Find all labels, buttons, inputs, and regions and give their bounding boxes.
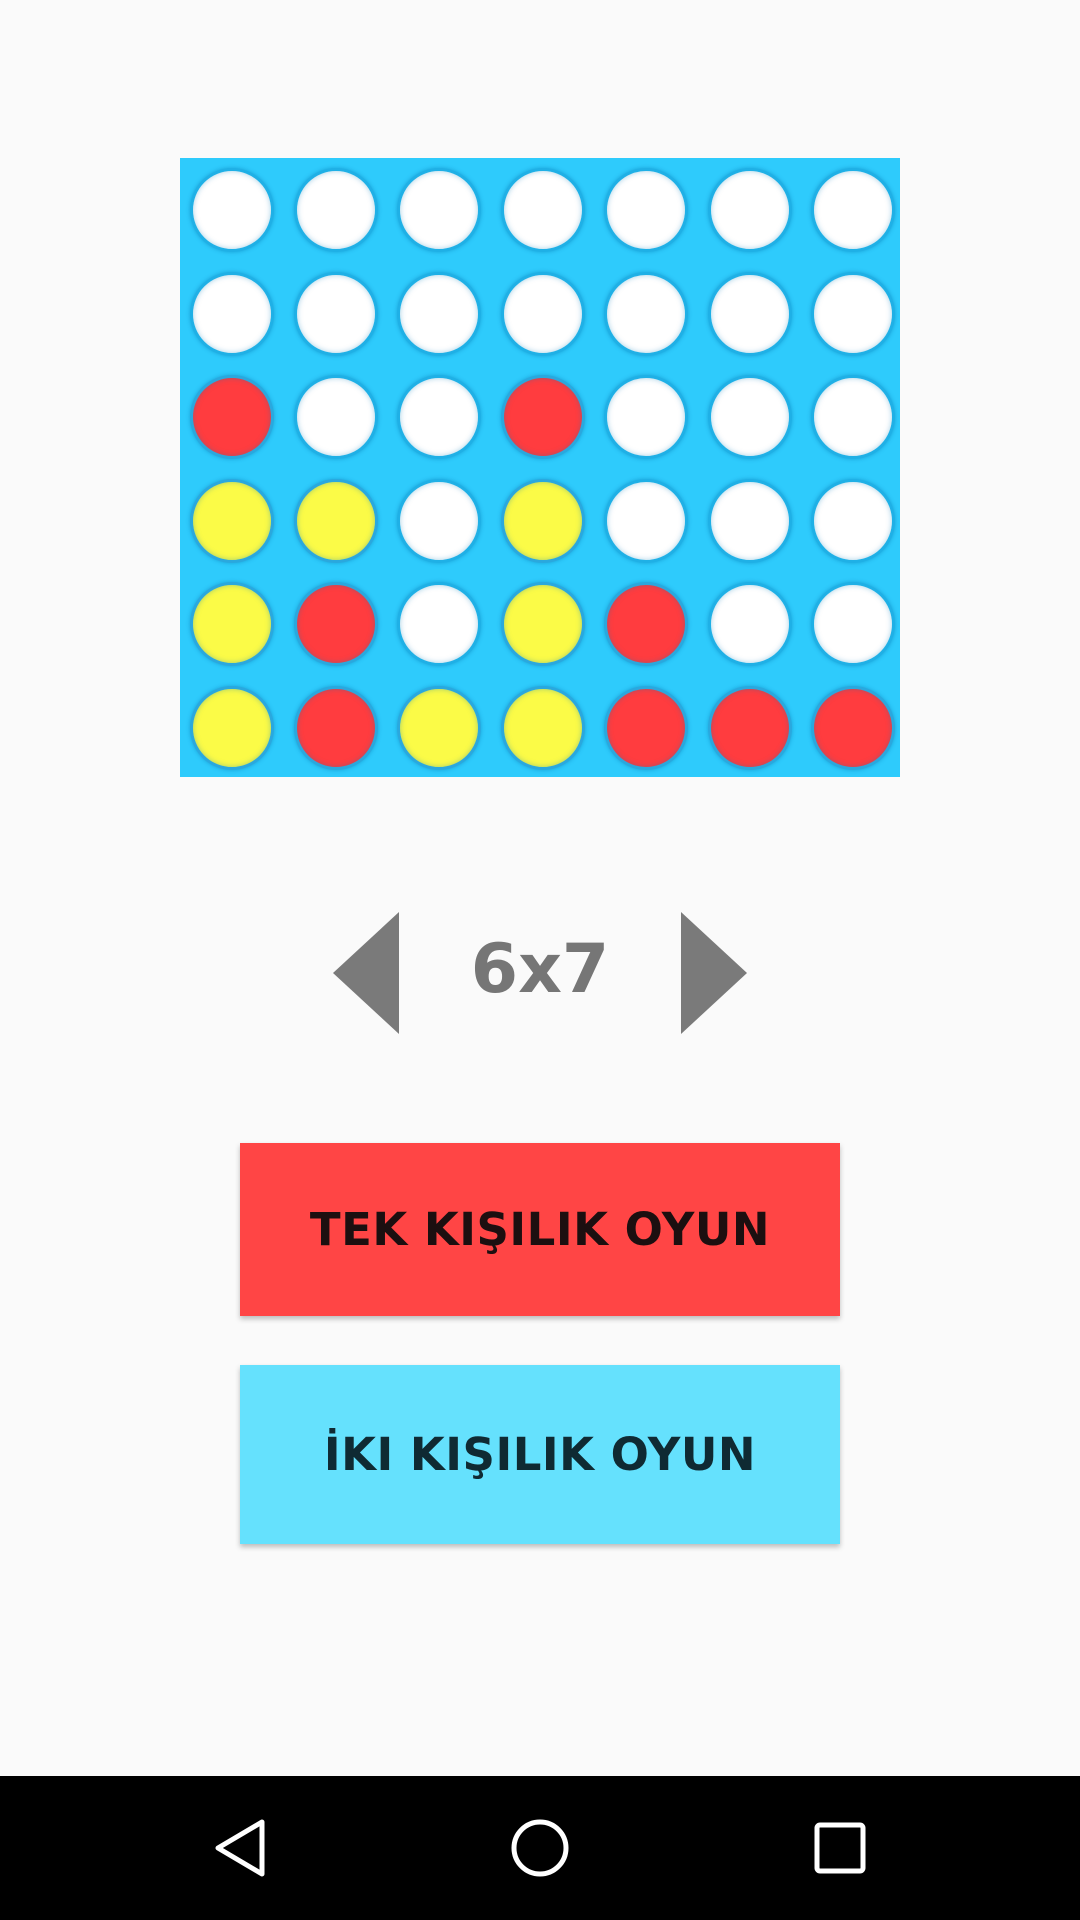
two-player-button[interactable]: İKI KIŞILIK OYUN: [240, 1365, 840, 1544]
board-cell-r5-c6-white[interactable]: [707, 582, 792, 666]
board-cell-r1-c7-white[interactable]: [811, 168, 895, 252]
board-cell-r2-c5-white[interactable]: [604, 271, 688, 356]
board-cell-r5-c5-red[interactable]: [604, 582, 688, 666]
board-cell-r3-c7-white[interactable]: [811, 375, 895, 459]
board-cell-r4-c6-white[interactable]: [707, 478, 792, 563]
board-cell-r5-c4-yellow[interactable]: [500, 582, 585, 666]
board-cell-r4-c7-white[interactable]: [811, 478, 895, 563]
board-cell-r4-c5-white[interactable]: [604, 478, 688, 563]
board-cell-r1-c2-white[interactable]: [293, 168, 378, 252]
board-cell-r3-c6-white[interactable]: [707, 375, 792, 459]
board-cell-r4-c1-yellow[interactable]: [190, 478, 274, 563]
board-cell-r3-c3-white[interactable]: [397, 375, 481, 459]
board-cell-r1-c6-white[interactable]: [707, 168, 792, 252]
board-size-label: 6x7: [470, 930, 610, 1009]
previous-size-button[interactable]: [333, 912, 399, 1034]
next-size-button[interactable]: [681, 912, 747, 1034]
board-cell-r6-c7-red[interactable]: [811, 685, 895, 770]
board-cell-r5-c3-white[interactable]: [397, 582, 481, 666]
board-cell-r3-c4-red[interactable]: [500, 375, 585, 459]
board-cell-r1-c5-white[interactable]: [604, 168, 688, 252]
nav-recents-button[interactable]: [790, 1798, 890, 1898]
board-cell-r3-c1-red[interactable]: [190, 375, 274, 459]
single-player-label: TEK KIŞILIK OYUN: [309, 1203, 771, 1256]
board-cell-r3-c2-white[interactable]: [293, 375, 378, 459]
board-cell-r1-c1-white[interactable]: [190, 168, 274, 252]
recents-icon: [814, 1822, 866, 1874]
board-cell-r5-c2-red[interactable]: [293, 582, 378, 666]
board-cell-r6-c3-yellow[interactable]: [397, 685, 481, 770]
board-cell-r5-c7-white[interactable]: [811, 582, 895, 666]
board-cell-r4-c3-white[interactable]: [397, 478, 481, 563]
board-cell-r6-c6-red[interactable]: [707, 685, 792, 770]
two-player-label: İKI KIŞILIK OYUN: [323, 1428, 757, 1481]
board-cell-r2-c6-white[interactable]: [707, 271, 792, 356]
board-cell-r4-c2-yellow[interactable]: [293, 478, 378, 563]
game-board: [180, 158, 900, 777]
board-cell-r2-c3-white[interactable]: [397, 271, 481, 356]
nav-back-button[interactable]: [190, 1798, 290, 1898]
board-cell-r6-c1-yellow[interactable]: [190, 685, 274, 770]
board-cell-r2-c7-white[interactable]: [811, 271, 895, 356]
board-cell-r5-c1-yellow[interactable]: [190, 582, 274, 666]
board-cell-r6-c4-yellow[interactable]: [500, 685, 585, 770]
single-player-button[interactable]: TEK KIŞILIK OYUN: [240, 1143, 840, 1316]
navigation-bar: [0, 1776, 1080, 1920]
board-cell-r6-c5-red[interactable]: [604, 685, 688, 770]
home-icon: [511, 1819, 569, 1877]
board-cell-r1-c4-white[interactable]: [500, 168, 585, 252]
nav-home-button[interactable]: [490, 1798, 590, 1898]
board-cell-r2-c4-white[interactable]: [500, 271, 585, 356]
board-cell-r6-c2-red[interactable]: [293, 685, 378, 770]
screen: 6x7 TEK KIŞILIK OYUN İKI KIŞILIK OYUN: [0, 0, 1080, 1920]
board-cell-r4-c4-yellow[interactable]: [500, 478, 585, 563]
board-cell-r1-c3-white[interactable]: [397, 168, 481, 252]
board-cell-r3-c5-white[interactable]: [604, 375, 688, 459]
board-cell-r2-c1-white[interactable]: [190, 271, 274, 356]
back-icon: [215, 1819, 265, 1877]
board-cell-r2-c2-white[interactable]: [293, 271, 378, 356]
